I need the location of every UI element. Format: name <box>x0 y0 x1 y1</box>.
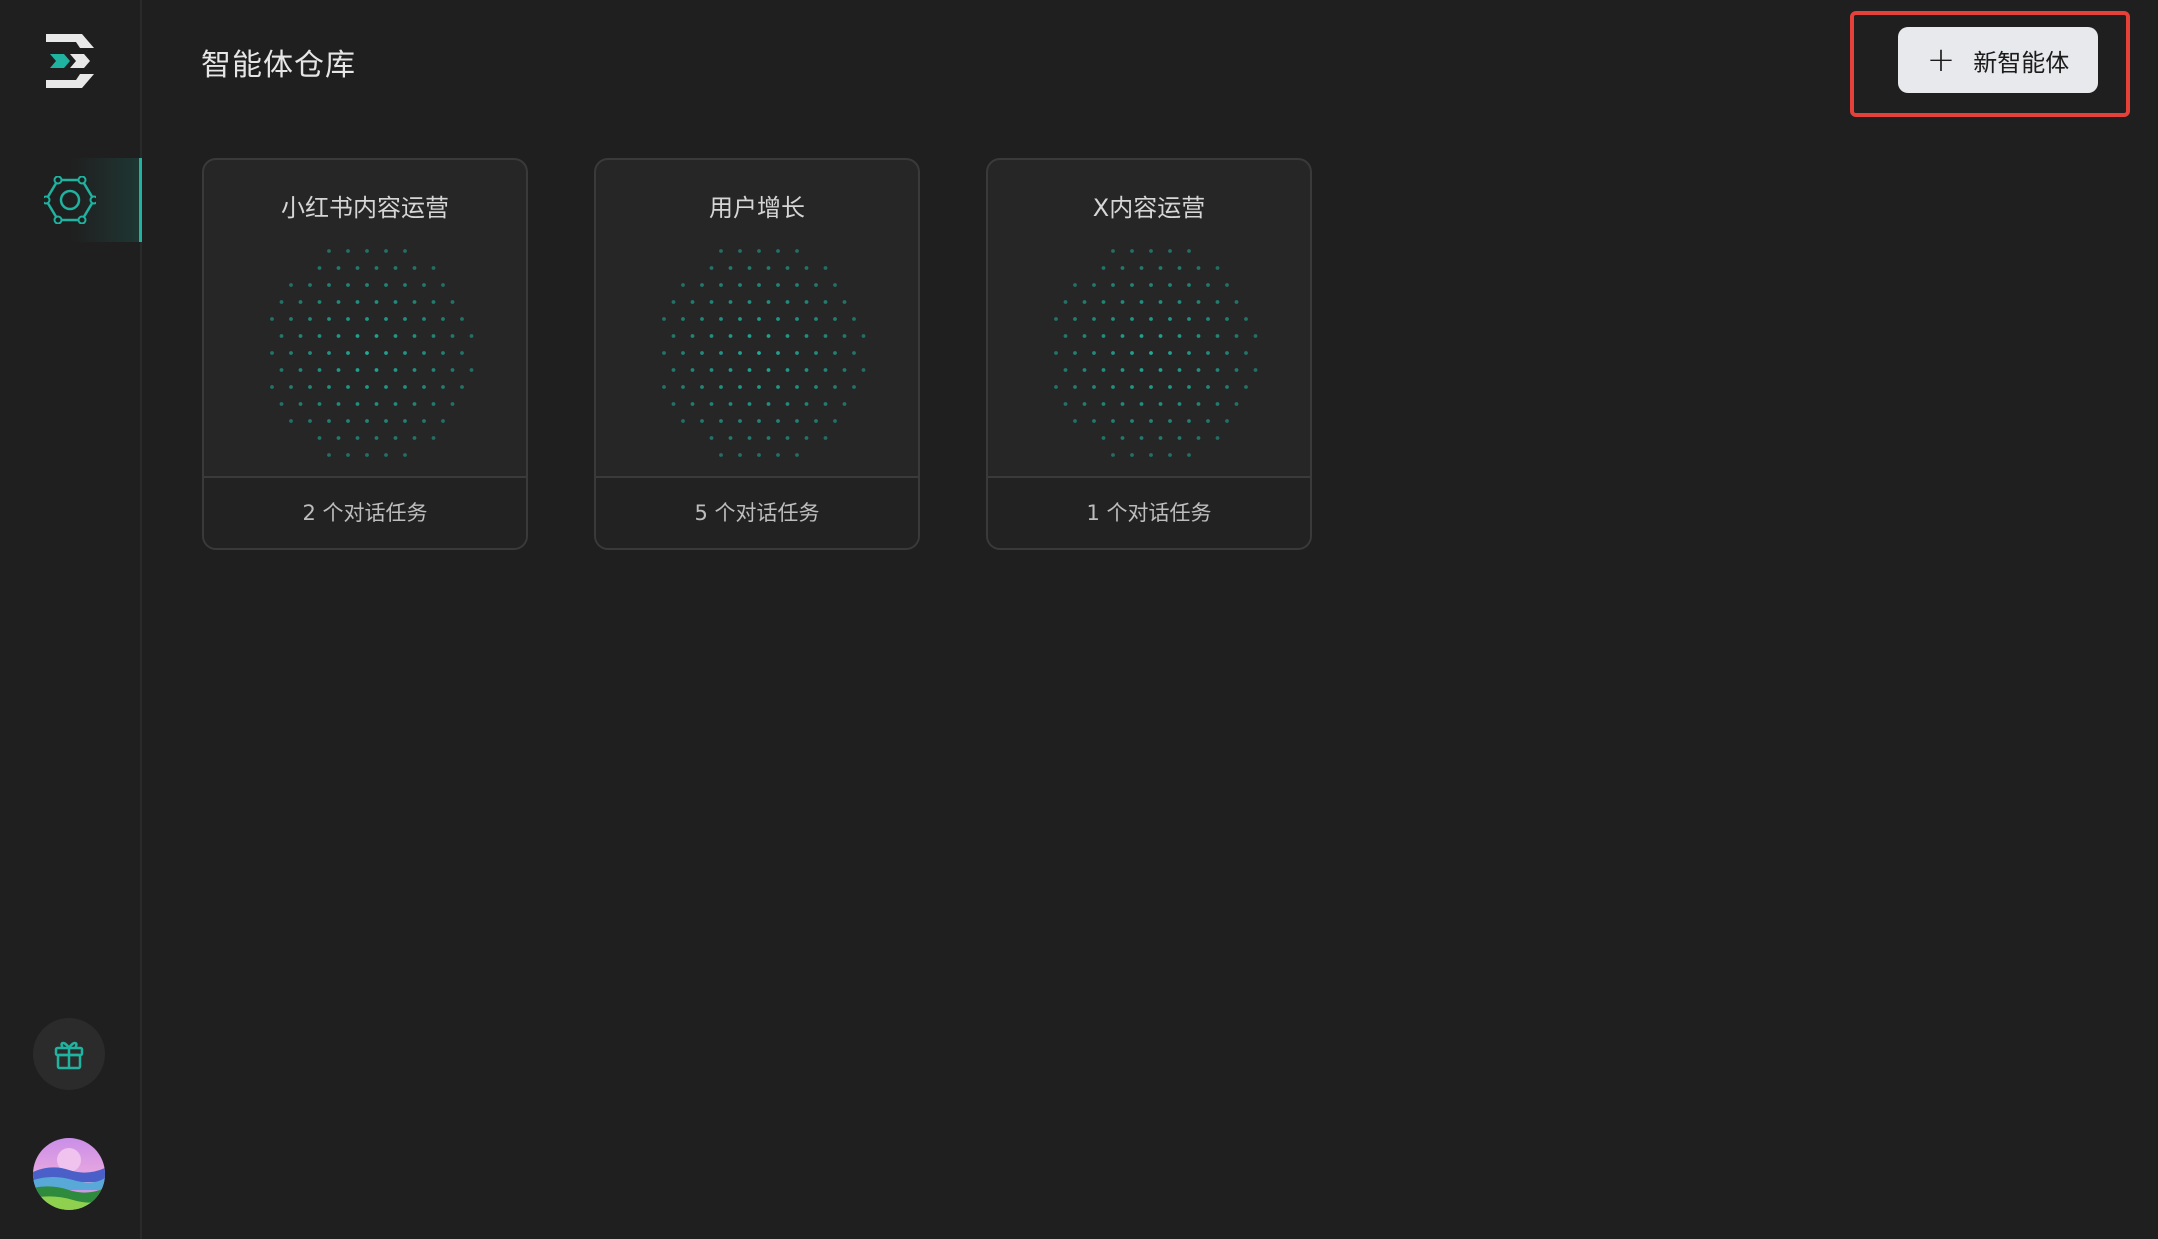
agent-card[interactable]: X内容运营 1 个对话任务 <box>986 158 1312 550</box>
agent-card-title: 用户增长 <box>709 194 805 222</box>
dot-sphere-icon <box>1054 249 1258 457</box>
agent-card-title: 小红书内容运营 <box>281 194 449 222</box>
active-indicator <box>139 158 142 242</box>
gift-icon <box>54 1041 84 1070</box>
sidebar <box>0 0 142 1239</box>
gift-button[interactable] <box>33 1018 105 1090</box>
agent-card-task-count: 2 个对话任务 <box>204 476 526 548</box>
agent-card-task-count: 1 个对话任务 <box>988 476 1310 548</box>
plus-icon: + <box>1926 40 1956 80</box>
sidebar-item-agents[interactable] <box>0 158 142 242</box>
app-root: 智能体仓库 + 新智能体 小红书内容运营 2 个对话任务 用户增长 5 个对话任… <box>0 0 2158 1239</box>
page-title: 智能体仓库 <box>201 48 356 83</box>
agent-card-task-count: 5 个对话任务 <box>596 476 918 548</box>
dot-sphere-icon <box>662 249 866 457</box>
agent-card-title: X内容运营 <box>1092 194 1206 222</box>
new-agent-button-label: 新智能体 <box>1973 48 2070 77</box>
user-avatar[interactable] <box>33 1138 105 1210</box>
hexagon-network-icon <box>41 175 99 225</box>
new-agent-button[interactable]: + 新智能体 <box>1898 27 2098 93</box>
agent-card[interactable]: 用户增长 5 个对话任务 <box>594 158 920 550</box>
dot-sphere-icon <box>270 249 474 457</box>
app-logo-icon[interactable] <box>40 30 100 92</box>
agent-card[interactable]: 小红书内容运营 2 个对话任务 <box>202 158 528 550</box>
